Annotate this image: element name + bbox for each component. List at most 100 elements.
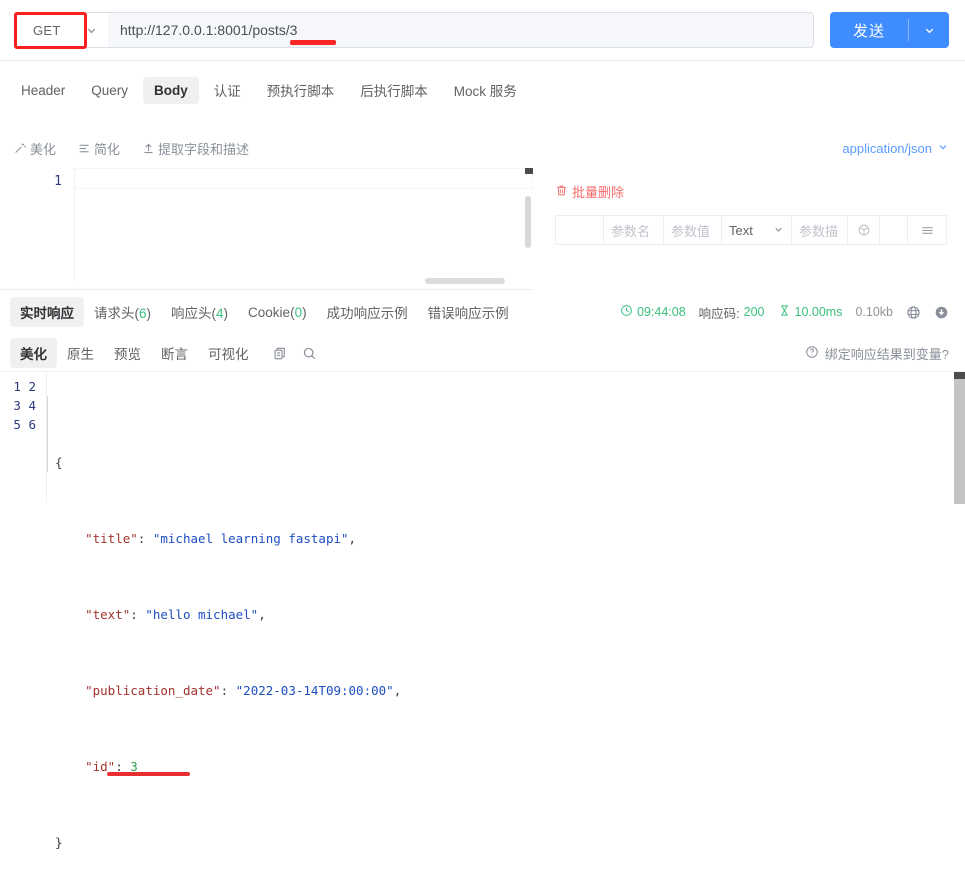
json-value-text: "hello michael" — [145, 607, 259, 622]
response-duration-value: 10.00ms — [794, 305, 843, 319]
scrollbar-thumb[interactable] — [525, 196, 531, 248]
cube-icon[interactable] — [848, 216, 880, 244]
tab-label: 成功响应示例 — [326, 306, 408, 321]
bind-variable-button[interactable]: 绑定响应结果到变量? — [805, 344, 949, 363]
scrollbar-cap — [525, 168, 533, 174]
extract-fields-label: 提取字段和描述 — [158, 141, 250, 157]
send-button[interactable]: 发送 — [830, 12, 908, 48]
url-value: http://127.0.0.1:8001/posts/3 — [120, 22, 298, 38]
tab-cookie[interactable]: Cookie(0) — [238, 300, 317, 325]
param-type-value: Text — [729, 222, 753, 238]
request-tabs: Header Query Body 认证 预执行脚本 后执行脚本 Mock 服务 — [0, 61, 965, 119]
json-vertical-scrollbar[interactable] — [953, 372, 965, 504]
tab-realtime-response[interactable]: 实时响应 — [10, 297, 84, 327]
editor-horizontal-scrollbar[interactable] — [425, 278, 505, 284]
tab-response-headers[interactable]: 响应头(4) — [161, 297, 238, 327]
tab-label: Cookie — [248, 304, 291, 320]
tab-count: 4 — [216, 306, 224, 321]
beautify-button[interactable]: 美化 — [14, 139, 56, 158]
json-line-1: { — [55, 453, 965, 472]
divider — [0, 289, 533, 290]
send-options-chevron-down-icon[interactable] — [909, 12, 949, 48]
tab-body[interactable]: Body — [143, 76, 199, 104]
tab-header[interactable]: Header — [10, 77, 76, 104]
param-value-input[interactable]: 参数值 — [664, 216, 722, 244]
json-line-2: "title": "michael learning fastapi", — [85, 531, 357, 546]
content-type-select[interactable]: application/json — [842, 141, 949, 156]
chevron-down-icon[interactable] — [74, 13, 108, 47]
tab-request-headers[interactable]: 请求头(6) — [84, 297, 161, 327]
tab-count: 6 — [139, 306, 147, 321]
param-description-input[interactable]: 参数描 — [792, 216, 848, 244]
content-type-value: application/json — [842, 140, 932, 156]
json-value-publication-date: "2022-03-14T09:00:00" — [235, 683, 394, 698]
url-input[interactable]: http://127.0.0.1:8001/posts/3 — [108, 12, 814, 48]
json-key-publication-date: "publication_date" — [85, 683, 221, 698]
trash-icon — [555, 184, 568, 200]
brace-close: } — [55, 835, 63, 850]
simplify-label: 简化 — [94, 141, 121, 157]
view-tab-raw[interactable]: 原生 — [57, 338, 104, 368]
status-code-value: 200 — [743, 305, 765, 319]
code-fold-guide — [47, 396, 48, 472]
response-tabs: 实时响应 请求头(6) 响应头(4) Cookie(0) 成功响应示例 错误响应… — [0, 292, 965, 332]
param-name-input[interactable]: 参数名 — [604, 216, 664, 244]
tab-count: 0 — [294, 304, 303, 320]
globe-icon[interactable] — [906, 305, 921, 320]
response-duration: 10.00ms — [778, 304, 843, 320]
send-button-group: 发送 — [830, 12, 949, 48]
response-size-value: 0.10kb — [855, 305, 893, 319]
body-toolbar: 美化 简化 提取字段和描述 application/json — [0, 131, 965, 165]
params-panel: 批量删除 参数名 参数值 Text 参数描 — [533, 168, 965, 289]
json-value-title: "michael learning fastapi" — [152, 531, 349, 546]
bulk-delete-button[interactable]: 批量删除 — [555, 182, 624, 201]
tab-auth[interactable]: 认证 — [203, 74, 252, 106]
tab-error-example[interactable]: 错误响应示例 — [418, 297, 519, 327]
search-icon[interactable] — [302, 346, 317, 361]
hourglass-icon — [778, 304, 791, 320]
view-tab-visualize[interactable]: 可视化 — [198, 338, 259, 368]
tab-pre-script[interactable]: 预执行脚本 — [256, 74, 346, 106]
tab-post-script[interactable]: 后执行脚本 — [349, 74, 439, 106]
tab-mock-service[interactable]: Mock 服务 — [443, 74, 528, 106]
copy-icon[interactable] — [273, 346, 288, 361]
param-menu-icon[interactable] — [908, 216, 946, 244]
tab-label: 错误响应示例 — [427, 306, 509, 321]
editor-content[interactable] — [74, 168, 533, 281]
clock-icon — [620, 304, 633, 320]
json-line-6: } — [55, 833, 965, 852]
simplify-button[interactable]: 简化 — [78, 139, 120, 158]
lines-icon — [78, 142, 91, 155]
response-time: 09:44:08 — [620, 304, 686, 320]
json-key-text: "text" — [85, 607, 131, 622]
scrollbar-thumb[interactable] — [954, 379, 965, 504]
response-view-toolbar: 美化 原生 预览 断言 可视化 绑定响应结果到变量? — [0, 336, 965, 370]
view-tab-beautify[interactable]: 美化 — [10, 338, 57, 368]
brace-open: { — [55, 455, 63, 470]
tab-success-example[interactable]: 成功响应示例 — [317, 297, 418, 327]
annotation-underline-id — [107, 772, 190, 776]
view-tab-assert[interactable]: 断言 — [151, 338, 198, 368]
editor-vertical-scrollbar[interactable] — [525, 168, 533, 281]
json-content[interactable]: { "title": "michael learning fastapi", "… — [46, 372, 965, 850]
http-method-select[interactable]: GET — [16, 12, 108, 48]
editor-line-numbers: 1 — [54, 174, 62, 189]
beautify-label: 美化 — [30, 141, 57, 157]
scrollbar-cap — [954, 372, 965, 379]
tab-label: 实时响应 — [20, 306, 74, 321]
json-line-5: "id": 3 — [55, 757, 965, 776]
param-checkbox-cell[interactable] — [556, 216, 604, 244]
params-table-row: 参数名 参数值 Text 参数描 — [555, 215, 947, 245]
tab-label: 响应头 — [171, 306, 212, 321]
editor-active-line — [75, 168, 533, 189]
response-size: 0.10kb — [855, 305, 893, 319]
tab-query[interactable]: Query — [80, 77, 139, 104]
bind-variable-label: 绑定响应结果到变量? — [824, 346, 949, 362]
download-icon[interactable] — [934, 305, 949, 320]
body-editor[interactable]: 1 — [0, 168, 533, 281]
extract-fields-button[interactable]: 提取字段和描述 — [142, 139, 249, 158]
param-type-select[interactable]: Text — [722, 216, 792, 244]
view-tab-preview[interactable]: 预览 — [104, 338, 151, 368]
json-line-4: "publication_date": "2022-03-14T09:00:00… — [85, 683, 402, 698]
response-body-viewer[interactable]: 1 2 3 4 5 6 { "title": "michael learning… — [0, 371, 965, 850]
